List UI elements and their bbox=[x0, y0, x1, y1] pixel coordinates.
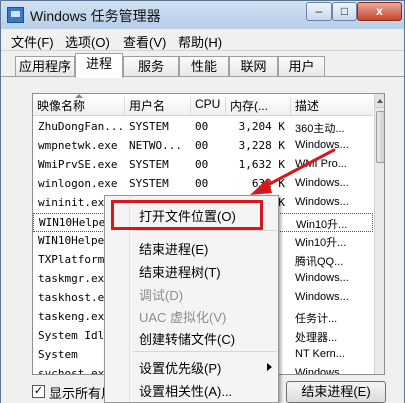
tab-performance[interactable]: 性能 bbox=[179, 56, 229, 77]
cell-description: Windows... bbox=[295, 196, 349, 208]
end-process-button[interactable]: 结束进程(E) bbox=[286, 381, 386, 403]
cell-description: Win10升... bbox=[295, 237, 347, 249]
menu-end-process-tree[interactable]: 结束进程树(T) bbox=[139, 262, 221, 281]
show-all-users-checkbox[interactable]: ✓ bbox=[32, 385, 45, 398]
cell-description: Windows... bbox=[295, 291, 349, 303]
cell-memory: 1,632 K bbox=[238, 158, 285, 171]
tab-users[interactable]: 用户 bbox=[278, 56, 325, 77]
table-row[interactable]: WmiPrvSE.exe SYSTEM 00 1,632 K WMI Pro... bbox=[33, 156, 373, 175]
submenu-arrow-icon bbox=[267, 363, 272, 371]
menu-end-process[interactable]: 结束进程(E) bbox=[139, 239, 208, 258]
cell-description: 任务计... bbox=[295, 313, 338, 325]
cell-description: NT Kern... bbox=[295, 348, 345, 360]
cell-description: Windows... bbox=[295, 177, 349, 189]
cell-user-name: NETWO... bbox=[129, 139, 182, 152]
cell-description: Windows... bbox=[295, 272, 349, 284]
cell-description: Win10升... bbox=[296, 219, 348, 231]
table-header: 映像名称 用户名 CPU 内存(... 描述 bbox=[33, 94, 373, 116]
cell-memory: 3,204 K bbox=[238, 120, 285, 133]
column-memory[interactable]: 内存(... bbox=[226, 97, 291, 116]
cell-memory: 632 K bbox=[251, 177, 285, 190]
menu-view[interactable]: 查看(V) bbox=[123, 32, 166, 51]
tab-processes[interactable]: 进程 bbox=[75, 53, 123, 78]
menu-create-dump-file[interactable]: 创建转储文件(C) bbox=[139, 329, 235, 348]
tab-networking[interactable]: 联网 bbox=[229, 56, 278, 77]
menu-separator bbox=[133, 230, 277, 231]
cell-image-name: WmiPrvSE.exe bbox=[38, 158, 118, 171]
cell-user-name: SYSTEM bbox=[129, 120, 169, 133]
cell-cpu: 00 bbox=[195, 120, 209, 133]
cell-description: WMI Pro... bbox=[295, 158, 347, 170]
cell-image-name: winlogon.exe bbox=[38, 177, 118, 190]
menu-set-priority[interactable]: 设置优先级(P) bbox=[139, 358, 221, 377]
minimize-button[interactable]: – bbox=[306, 2, 332, 21]
tab-strip: 应用程序 进程 服务 性能 联网 用户 bbox=[1, 51, 404, 78]
menu-set-affinity[interactable]: 设置相关性(A)... bbox=[139, 381, 232, 400]
scroll-up-button[interactable] bbox=[375, 94, 384, 108]
menu-debug: 调试(D) bbox=[139, 288, 184, 303]
menu-help[interactable]: 帮助(H) bbox=[178, 32, 222, 51]
cell-description: Windows... bbox=[295, 367, 349, 375]
table-row[interactable]: ZhuDongFan... SYSTEM 00 3,204 K 360主动... bbox=[33, 118, 373, 137]
cell-description: 处理器... bbox=[295, 332, 338, 344]
cell-description: Windows... bbox=[295, 139, 349, 151]
title-bar[interactable]: Windows 任务管理器 – □ x bbox=[1, 1, 404, 29]
tab-applications[interactable]: 应用程序 bbox=[15, 56, 75, 77]
maximize-button[interactable]: □ bbox=[332, 2, 357, 21]
column-cpu[interactable]: CPU bbox=[191, 97, 226, 116]
highlight-box bbox=[111, 200, 263, 230]
cell-memory: 3,228 K bbox=[238, 139, 285, 152]
vertical-scrollbar[interactable] bbox=[374, 94, 384, 374]
cell-description: 360主动... bbox=[295, 123, 345, 135]
column-user-name[interactable]: 用户名 bbox=[125, 97, 191, 116]
menu-options[interactable]: 选项(O) bbox=[65, 32, 110, 51]
cell-cpu: 00 bbox=[195, 177, 209, 190]
column-image-name[interactable]: 映像名称 bbox=[33, 94, 125, 116]
menu-file[interactable]: 文件(F) bbox=[11, 32, 54, 51]
close-button[interactable]: x bbox=[357, 2, 402, 21]
cell-cpu: 00 bbox=[195, 139, 209, 152]
menu-separator bbox=[133, 351, 277, 352]
menu-uac-virtualization: UAC 虚拟化(V) bbox=[139, 310, 227, 325]
task-manager-icon bbox=[7, 7, 24, 23]
cell-image-name: ZhuDongFan... bbox=[38, 120, 125, 133]
menu-bar: 文件(F) 选项(O) 查看(V) 帮助(H) bbox=[1, 29, 404, 51]
scroll-thumb[interactable] bbox=[376, 111, 384, 163]
column-description[interactable]: 描述 bbox=[291, 97, 373, 116]
cell-user-name: SYSTEM bbox=[129, 158, 169, 171]
tab-services[interactable]: 服务 bbox=[123, 56, 179, 77]
cell-cpu: 00 bbox=[195, 158, 209, 171]
table-row[interactable]: wmpnetwk.exe NETWO... 00 3,228 K Windows... bbox=[33, 137, 373, 156]
cell-image-name: wmpnetwk.exe bbox=[38, 139, 118, 152]
table-row[interactable]: winlogon.exe SYSTEM 00 632 K Windows... bbox=[33, 175, 373, 194]
window-title: Windows 任务管理器 bbox=[30, 8, 161, 24]
cell-description: 腾讯QQ... bbox=[295, 256, 344, 268]
cell-user-name: SYSTEM bbox=[129, 177, 169, 190]
